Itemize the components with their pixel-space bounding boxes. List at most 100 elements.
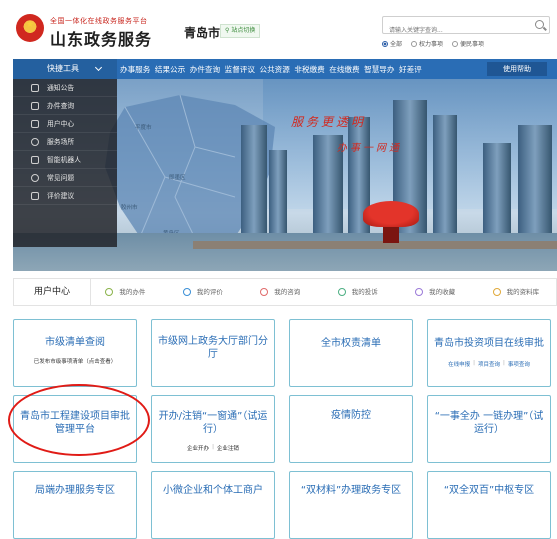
card-links: 企业开办 | 企业注销 <box>187 444 239 452</box>
switch-city-label: 站点切换 <box>231 27 256 34</box>
tab-label: 用户中心 <box>34 287 71 297</box>
quick-menu-item-user-center[interactable]: 用户中心 <box>13 115 117 133</box>
switch-city-button[interactable]: ⚲ 站点切换 <box>220 24 261 38</box>
card-title: 全市权责清单 <box>321 338 381 349</box>
tab-my-cases[interactable]: 我的办件 <box>91 279 168 305</box>
may-wind-sculpture-image <box>363 201 419 227</box>
tab-my-consultations[interactable]: 我的咨询 <box>246 279 323 305</box>
card-epidemic-control[interactable]: 疫情防控 <box>289 395 413 463</box>
card-note[interactable]: 已发布市级事项清单（点击查看） <box>14 357 136 365</box>
tab-user-center[interactable]: 用户中心 <box>14 279 92 305</box>
nav-item-nontax[interactable]: 非税缴费 <box>294 64 324 75</box>
card-links: 在线申报 | 项目查询 | 事项查询 <box>448 360 530 368</box>
sculpture-base <box>383 225 399 243</box>
card-title: 青岛市投资项目在线审批 <box>434 338 544 349</box>
logo-title[interactable]: 山东政务服务 <box>50 26 152 50</box>
card-row3-2[interactable]: 小微企业和个体工商户 <box>151 471 275 539</box>
user-icon <box>31 120 39 128</box>
card-title: 开办/注销“一窗通”（试运行） <box>158 411 268 435</box>
nav-item-query[interactable]: 办件查询 <box>190 64 220 75</box>
link-project-query[interactable]: 项目查询 <box>478 360 500 368</box>
link-company-close[interactable]: 企业注销 <box>217 444 239 452</box>
link-online-apply[interactable]: 在线申报 <box>448 360 470 368</box>
map-place-label: 即墨区 <box>169 175 186 181</box>
scope-all[interactable]: 全部 <box>382 39 402 48</box>
scope-label: 便民事项 <box>460 41 485 48</box>
link-item-query[interactable]: 事项查询 <box>508 360 530 368</box>
card-title: 小微企业和个体工商户 <box>163 485 263 496</box>
tab-my-documents[interactable]: 我的资料库 <box>479 279 556 305</box>
speaker-icon <box>31 84 39 92</box>
quick-menu-label: 服务场所 <box>47 138 75 146</box>
star-icon <box>415 288 424 296</box>
scope-convenience[interactable]: 便民事项 <box>452 39 484 48</box>
logo-subtitle: 全国一体化在线政务服务平台 <box>50 17 148 25</box>
hero-banner: 平度市 即墨区 胶州市 黄岛区 服务更透明 办事一网通 通知公告 办件查询 用户… <box>13 79 557 271</box>
pier-image <box>193 241 557 249</box>
nav-item-supervision[interactable]: 监督评议 <box>225 64 255 75</box>
quick-menu-item-query[interactable]: 办件查询 <box>13 97 117 115</box>
banner-slogan-2: 办事一网通 <box>337 143 402 154</box>
tab-label: 我的收藏 <box>429 288 456 296</box>
service-cards: 市级清单查阅 已发布市级事项清单（点击查看） 市级网上政务大厅部门分厅 全市权责… <box>13 319 557 539</box>
quick-menu-item-robot[interactable]: 智能机器人 <box>13 151 117 169</box>
tab-my-ratings[interactable]: 我的评价 <box>169 279 246 305</box>
nav-item-services[interactable]: 办事服务 <box>120 64 150 75</box>
help-button[interactable]: 使用帮助 <box>487 62 547 76</box>
quick-tools-toggle[interactable]: 快捷工具 <box>13 59 117 79</box>
search-input[interactable] <box>383 22 523 39</box>
card-online-hall[interactable]: 市级网上政务大厅部门分厅 <box>151 319 275 387</box>
quick-menu-item-feedback[interactable]: 评价建议 <box>13 187 117 205</box>
search-icon[interactable] <box>535 20 544 29</box>
edit-icon <box>31 192 39 200</box>
card-row3-4[interactable]: “双全双百”中枢专区 <box>427 471 551 539</box>
card-title: 市级清单查阅 <box>45 337 105 348</box>
card-construction-approval[interactable]: 青岛市工程建设项目审批管理平台 <box>13 395 137 463</box>
building-image <box>241 125 267 235</box>
nav-item-results[interactable]: 结果公示 <box>155 64 185 75</box>
quick-menu-label: 通知公告 <box>47 84 75 92</box>
card-one-window[interactable]: 开办/注销“一窗通”（试运行） 企业开办 | 企业注销 <box>151 395 275 463</box>
map-place-label: 平度市 <box>135 125 152 131</box>
nav-item-rating[interactable]: 好差评 <box>399 64 422 75</box>
nav-item-smart-guide[interactable]: 智慧导办 <box>364 64 394 75</box>
card-power-list[interactable]: 全市权责清单 <box>289 319 413 387</box>
card-title: “双材料”办理政务专区 <box>300 485 402 496</box>
tab-label: 我的评价 <box>196 288 223 296</box>
quick-menu-item-notice[interactable]: 通知公告 <box>13 79 117 97</box>
quick-tools-label: 快捷工具 <box>47 64 79 73</box>
quick-menu-item-service-places[interactable]: 服务场所 <box>13 133 117 151</box>
quick-tools-menu: 通知公告 办件查询 用户中心 服务场所 智能机器人 常见问题 评价建议 <box>13 79 117 247</box>
quick-menu-label: 办件查询 <box>47 102 75 110</box>
scope-power[interactable]: 权力事项 <box>411 39 443 48</box>
location-icon <box>31 138 39 146</box>
chevron-down-icon <box>94 63 103 72</box>
nav-item-payment[interactable]: 在线缴费 <box>329 64 359 75</box>
quick-menu-label: 常见问题 <box>47 174 75 182</box>
card-investment-approval[interactable]: 青岛市投资项目在线审批 在线申报 | 项目查询 | 事项查询 <box>427 319 551 387</box>
building-image <box>483 143 511 235</box>
tab-label: 我的资料库 <box>506 288 540 296</box>
search-scope: 全部 权力事项 便民事项 <box>382 39 484 48</box>
card-row3-1[interactable]: 局端办理服务专区 <box>13 471 137 539</box>
quick-menu-item-faq[interactable]: 常见问题 <box>13 169 117 187</box>
tab-my-favorites[interactable]: 我的收藏 <box>401 279 478 305</box>
question-icon <box>31 174 39 182</box>
radio-icon <box>411 40 418 47</box>
card-title: 青岛市工程建设项目审批管理平台 <box>20 411 130 435</box>
tab-my-complaints[interactable]: 我的投诉 <box>324 279 401 305</box>
building-image <box>433 115 457 235</box>
scope-label: 权力事项 <box>419 41 444 48</box>
tab-label: 我的投诉 <box>351 288 378 296</box>
link-company-open[interactable]: 企业开办 <box>187 444 209 452</box>
card-city-list-query[interactable]: 市级清单查阅 已发布市级事项清单（点击查看） <box>13 319 137 387</box>
card-one-chain[interactable]: “一事全办 一链办理”（试运行） <box>427 395 551 463</box>
banner-slogan-1: 服务更透明 <box>291 115 367 129</box>
card-title: 疫情防控 <box>331 410 371 421</box>
nav-item-public-resources[interactable]: 公共资源 <box>260 64 290 75</box>
card-row3-3[interactable]: “双材料”办理政务专区 <box>289 471 413 539</box>
pencil-icon <box>105 288 114 296</box>
scope-label: 全部 <box>390 41 403 48</box>
card-title: “一事全办 一链办理”（试运行） <box>434 411 544 435</box>
main-nav: 快捷工具 办事服务 结果公示 办件查询 监督评议 公共资源 非税缴费 在线缴费 … <box>13 59 557 79</box>
